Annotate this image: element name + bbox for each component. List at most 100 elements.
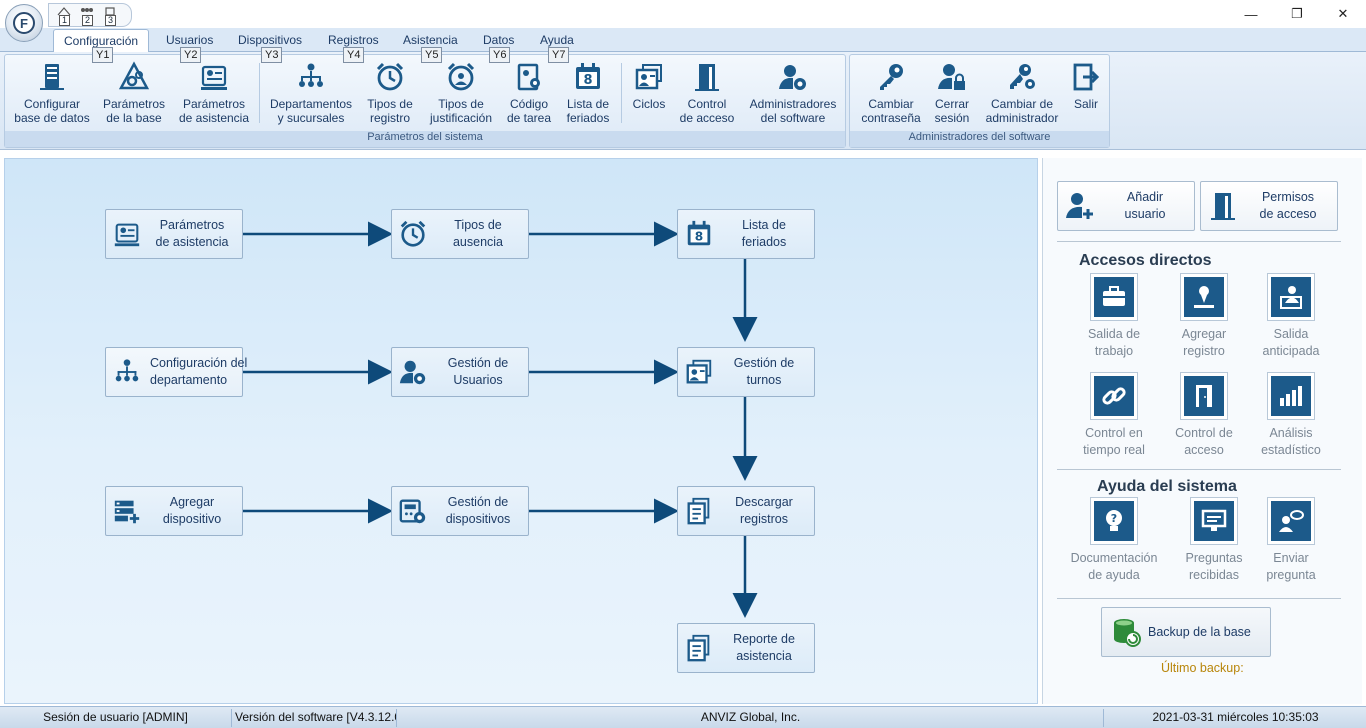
ribbon-group-label: Administradores del software — [850, 131, 1109, 147]
shortcut-add-record[interactable]: Agregar registro — [1159, 274, 1249, 360]
tab-dispositivos[interactable]: Dispositivos — [238, 33, 302, 47]
server-icon — [40, 64, 64, 90]
close-button[interactable]: ✕ — [1320, 0, 1366, 28]
database-params-button[interactable]: Parámetros de la base — [97, 61, 171, 133]
tab-ayuda[interactable]: Ayuda — [540, 33, 574, 47]
ribbon-button-label: Lista de feriados — [566, 97, 610, 125]
divider — [1057, 598, 1341, 599]
flow-node-attendance-report[interactable]: Reporte de asistencia — [677, 623, 815, 673]
shortcut-access-control[interactable]: Control de acceso — [1159, 373, 1249, 459]
ribbon-separator — [259, 63, 260, 123]
door-icon — [695, 64, 719, 91]
user-lock-icon — [938, 64, 965, 90]
flow-node-label: Gestión de dispositivos — [445, 495, 511, 526]
workflow-diagram: Parámetros de asistencia Tipos de ausenc… — [4, 158, 1038, 704]
flow-node-label: Configuración del departamento — [150, 356, 248, 387]
quick-access-home-1[interactable]: 1 — [55, 6, 73, 26]
shortcut-statistical-analysis[interactable]: Análisis estadístico — [1246, 373, 1336, 459]
minimize-button[interactable]: — — [1228, 0, 1274, 28]
tab-registros[interactable]: Registros — [328, 33, 379, 47]
quick-access-toolbar: 1 2 3 — [48, 3, 132, 27]
flow-node-label: Parámetros de asistencia — [155, 218, 229, 249]
ribbon-button-label: Cerrar sesión — [934, 97, 970, 125]
shortcut-early-leave[interactable]: Salida anticipada — [1246, 274, 1336, 360]
quick-access-users-2[interactable]: 2 — [78, 6, 96, 26]
flow-node-label: Agregar dispositivo — [162, 495, 222, 526]
access-control-button[interactable]: Control de acceso — [677, 61, 737, 133]
flow-node-absence-types[interactable]: Tipos de ausencia — [391, 209, 529, 259]
help-label: Enviar pregunta — [1266, 551, 1316, 582]
shortcut-label: Control de acceso — [1175, 426, 1233, 457]
status-user-session: Sesión de usuario [ADMIN] — [0, 709, 232, 727]
pen-record-icon — [1181, 274, 1227, 320]
flow-node-shift-management[interactable]: Gestión de turnos — [677, 347, 815, 397]
change-password-button[interactable]: Cambiar contraseña — [856, 61, 926, 133]
holiday-list-button[interactable]: 8 Lista de feriados — [561, 61, 615, 133]
attendance-params-button[interactable]: Parámetros de asistencia — [175, 61, 253, 133]
early-leave-icon — [1268, 274, 1314, 320]
add-user-button[interactable]: Añadir usuario — [1057, 181, 1195, 231]
side-button-label: Añadir usuario — [1124, 190, 1166, 221]
flow-node-label: Gestión de turnos — [733, 356, 795, 387]
divider — [1057, 241, 1341, 242]
restore-button[interactable]: ❐ — [1274, 0, 1320, 28]
keytip-y3: Y3 — [261, 47, 283, 63]
record-types-button[interactable]: Tipos de registro — [357, 61, 423, 133]
shortcut-work-exit[interactable]: Salida de trabajo — [1069, 274, 1159, 360]
lightbulb-icon: ? — [1091, 498, 1137, 544]
monitor-icon — [1191, 498, 1237, 544]
side-button-label: Permisos de acceso — [1259, 190, 1317, 221]
org-chart-icon — [299, 63, 323, 87]
settings-triangle-icon — [118, 61, 150, 90]
tab-datos[interactable]: Datos — [483, 33, 514, 47]
help-send-question[interactable]: Enviar pregunta — [1246, 498, 1336, 584]
flow-node-department-config[interactable]: Configuración del departamento — [105, 347, 247, 397]
main-area: Parámetros de asistencia Tipos de ausenc… — [0, 152, 1366, 706]
door-icon — [1181, 373, 1227, 419]
access-permissions-button[interactable]: Permisos de acceso — [1200, 181, 1338, 231]
ribbon-button-label: Ciclos — [632, 97, 666, 111]
door-icon — [1211, 193, 1235, 220]
records-icon — [687, 497, 710, 525]
ribbon-button-label: Control de acceso — [679, 97, 735, 125]
ribbon-button-label: Cambiar contraseña — [861, 97, 921, 125]
app-menu-button[interactable]: F — [5, 4, 43, 42]
side-panel: Añadir usuario Permisos de acceso Acceso… — [1042, 158, 1362, 704]
ribbon-button-label: Administradores del software — [749, 97, 837, 125]
tab-asistencia[interactable]: Asistencia — [403, 33, 458, 47]
shortcut-realtime-control[interactable]: Control en tiempo real — [1069, 373, 1159, 459]
keytip-y5: Y5 — [421, 47, 443, 63]
change-admin-button[interactable]: Cambiar de administrador — [982, 61, 1062, 133]
flow-node-user-management[interactable]: Gestión de Usuarios — [391, 347, 529, 397]
admin-gear-icon — [399, 360, 426, 385]
flow-node-download-records[interactable]: Descargar registros — [677, 486, 815, 536]
flow-node-holiday-list[interactable]: 8 Lista de feriados — [677, 209, 815, 259]
quick-access-device-3[interactable]: 3 — [101, 6, 119, 26]
exit-button[interactable]: Salir — [1068, 61, 1104, 133]
ribbon-button-label: Configurar base de datos — [14, 97, 90, 125]
ribbon-button-label: Cambiar de administrador — [985, 97, 1059, 125]
cycles-button[interactable]: Ciclos — [627, 61, 671, 133]
log-out-button[interactable]: Cerrar sesión — [928, 61, 976, 133]
configure-database-button[interactable]: Configurar base de datos — [11, 61, 93, 133]
flow-node-attendance-params[interactable]: Parámetros de asistencia — [105, 209, 243, 259]
bar-chart-icon — [1268, 373, 1314, 419]
svg-text:?: ? — [1111, 512, 1117, 525]
backup-database-button[interactable]: Backup de la base — [1101, 607, 1271, 657]
last-backup-label: Último backup: — [1161, 661, 1244, 675]
flow-node-device-management[interactable]: Gestión de dispositivos — [391, 486, 529, 536]
flow-node-label: Gestión de Usuarios — [447, 356, 509, 387]
flow-node-add-device[interactable]: Agregar dispositivo — [105, 486, 243, 536]
software-admins-button[interactable]: Administradores del software — [745, 61, 841, 133]
shifts-icon — [686, 359, 712, 384]
departments-button[interactable]: Departamentos y sucursales — [267, 61, 355, 133]
help-documentation[interactable]: ? Documentación de ayuda — [1066, 498, 1162, 584]
justification-types-button[interactable]: Tipos de justificación — [425, 61, 497, 133]
alarm-clock-icon — [400, 220, 426, 247]
task-code-button[interactable]: Código de tarea — [499, 61, 559, 133]
shortcut-label: Control en tiempo real — [1083, 426, 1145, 457]
help-label: Documentación de ayuda — [1070, 551, 1158, 582]
shortcuts-title: Accesos directos — [1079, 252, 1212, 269]
tab-usuarios[interactable]: Usuarios — [166, 33, 213, 47]
ribbon: Configurar base de datos Parámetros de l… — [0, 52, 1366, 150]
